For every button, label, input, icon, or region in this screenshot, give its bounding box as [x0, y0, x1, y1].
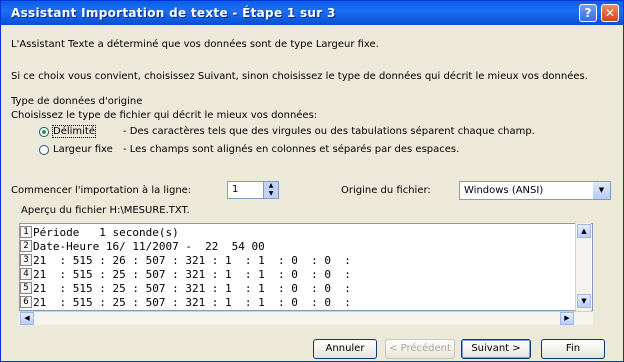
- source-type-group: Type de données d'origine Choisissez le …: [9, 96, 617, 174]
- row-text: 21 : 515 : 25 : 507 : 321 : 1 : 1 : 0 : …: [33, 268, 351, 281]
- import-wizard-dialog: Assistant Importation de texte - Étape 1…: [0, 0, 624, 362]
- preview-label: Aperçu du fichier H:\MESURE.TXT.: [21, 205, 190, 216]
- question-mark-icon: ?: [584, 6, 592, 20]
- radio-delimited-desc: - Des caractères tels que des virgules o…: [123, 126, 535, 137]
- file-origin-select[interactable]: Windows (ANSI) ▼: [459, 181, 611, 200]
- preview-row: 1 Période 1 seconde(s): [20, 226, 179, 239]
- scroll-down-icon[interactable]: ▼: [577, 294, 591, 308]
- file-origin-label: Origine du fichier:: [341, 185, 431, 196]
- previous-button[interactable]: < Précédent: [385, 339, 455, 359]
- row-text: Date-Heure 16/ 11/2007 - 22 54 00: [33, 240, 265, 253]
- start-row-label: Commencer l'importation à la ligne:: [11, 185, 192, 196]
- start-row-value[interactable]: 1: [232, 184, 238, 195]
- preview-horizontal-scrollbar[interactable]: ◀ ▶: [19, 311, 593, 325]
- preview-row: 2 Date-Heure 16/ 11/2007 - 22 54 00: [20, 240, 265, 253]
- title-bar[interactable]: Assistant Importation de texte - Étape 1…: [1, 1, 623, 25]
- row-number: 5: [20, 282, 32, 294]
- row-number: 6: [20, 296, 32, 308]
- row-number: 4: [20, 268, 32, 280]
- row-text: 21 : 515 : 25 : 507 : 321 : 1 : 1 : 0 : …: [33, 296, 351, 309]
- close-button[interactable]: ✕: [601, 4, 619, 22]
- file-origin-value: Windows (ANSI): [464, 185, 544, 196]
- preview-row: 4 21 : 515 : 25 : 507 : 321 : 1 : 1 : 0 :…: [20, 268, 351, 281]
- scroll-left-icon[interactable]: ◀: [20, 312, 34, 325]
- radio-delimited[interactable]: [39, 127, 49, 137]
- file-preview[interactable]: 1 Période 1 seconde(s) 2 Date-Heure 16/ 11…: [19, 223, 593, 311]
- preview-row: 5 21 : 515 : 25 : 507 : 321 : 1 : 1 : 0 :…: [20, 282, 351, 295]
- radio-delimited-label[interactable]: Délimité: [51, 125, 97, 138]
- row-text: 21 : 515 : 25 : 507 : 321 : 1 : 1 : 0 : …: [33, 282, 351, 295]
- start-row-spinner[interactable]: 1 ▲ ▼: [227, 181, 279, 199]
- row-number: 1: [20, 226, 32, 238]
- spin-down-icon[interactable]: ▼: [263, 190, 278, 198]
- row-number: 2: [20, 240, 32, 252]
- chevron-down-icon[interactable]: ▼: [593, 182, 610, 199]
- group-heading: Type de données d'origine: [11, 96, 143, 107]
- finish-button[interactable]: Fin: [541, 339, 605, 359]
- close-icon: ✕: [604, 6, 616, 20]
- scroll-right-icon[interactable]: ▶: [560, 312, 574, 325]
- spin-up-icon[interactable]: ▲: [263, 182, 278, 190]
- help-button[interactable]: ?: [579, 4, 597, 22]
- window-title: Assistant Importation de texte - Étape 1…: [11, 6, 336, 20]
- row-number: 3: [20, 254, 32, 266]
- radio-fixed-width-desc: - Les champs sont alignés en colonnes et…: [123, 144, 460, 155]
- preview-row: 3 21 : 515 : 26 : 507 : 321 : 1 : 1 : 0 :…: [20, 254, 351, 267]
- intro-text-2: Si ce choix vous convient, choisissez Su…: [11, 71, 588, 82]
- intro-text-1: L'Assistant Texte a déterminé que vos do…: [11, 39, 379, 50]
- next-button[interactable]: Suivant >: [461, 339, 531, 359]
- row-text: 21 : 515 : 26 : 507 : 321 : 1 : 1 : 0 : …: [33, 254, 351, 267]
- radio-fixed-width[interactable]: [39, 145, 49, 155]
- preview-vertical-scrollbar[interactable]: ▲ ▼: [575, 223, 591, 311]
- cancel-button[interactable]: Annuler: [313, 339, 377, 359]
- preview-row: 6 21 : 515 : 25 : 507 : 321 : 1 : 1 : 0 :…: [20, 296, 351, 309]
- group-prompt: Choisissez le type de fichier qui décrit…: [11, 110, 318, 121]
- row-text: Période 1 seconde(s): [33, 226, 179, 239]
- scroll-up-icon[interactable]: ▲: [577, 224, 591, 238]
- radio-fixed-width-label[interactable]: Largeur fixe: [53, 144, 113, 155]
